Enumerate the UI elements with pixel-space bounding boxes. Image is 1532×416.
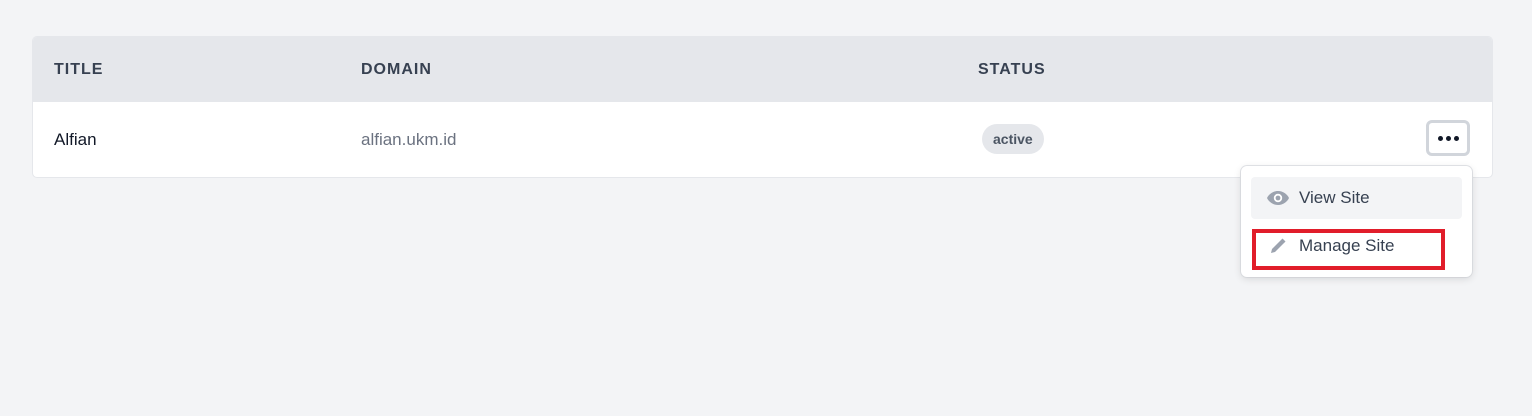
more-dot [1453,135,1459,141]
menu-item-label: View Site [1299,188,1370,207]
pencil-icon [1265,233,1291,259]
more-dot [1445,135,1451,141]
row-title: Alfian [54,130,97,149]
eye-icon [1265,185,1291,211]
row-domain: alfian.ukm.id [361,130,457,149]
row-actions-button[interactable] [1426,120,1470,156]
menu-item-view-site[interactable]: View Site [1251,177,1462,219]
column-header-domain: DOMAIN [361,61,432,78]
menu-item-label: Manage Site [1299,236,1395,255]
table-header: TITLE DOMAIN STATUS [33,37,1492,102]
menu-item-manage-site[interactable]: Manage Site [1251,225,1462,267]
sites-table: TITLE DOMAIN STATUS Alfian alfian.ukm.id… [33,37,1492,177]
row-actions-menu: View Site Manage Site [1241,166,1472,277]
column-header-status: STATUS [978,61,1046,78]
more-horizontal-icon [1437,135,1443,141]
column-header-title: TITLE [54,61,104,78]
status-badge: active [982,124,1044,154]
